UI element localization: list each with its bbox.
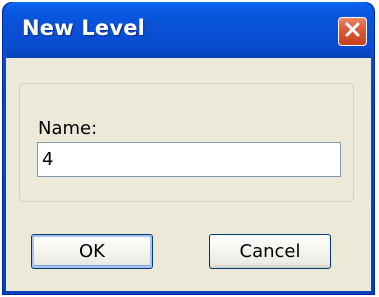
- name-input[interactable]: 4: [37, 142, 341, 177]
- close-button[interactable]: [338, 17, 367, 46]
- cancel-button[interactable]: Cancel: [209, 234, 331, 269]
- close-icon: [344, 21, 361, 42]
- title-bar[interactable]: New Level: [6, 2, 371, 58]
- ok-button[interactable]: OK: [31, 234, 153, 269]
- cancel-button-label: Cancel: [239, 241, 301, 262]
- name-label: Name:: [38, 118, 98, 139]
- ok-button-label: OK: [79, 241, 105, 262]
- dialog-window: New Level Name: 4 OK Cancel: [2, 2, 375, 295]
- dialog-body: Name: 4 OK Cancel: [6, 58, 371, 291]
- window-title: New Level: [22, 16, 146, 40]
